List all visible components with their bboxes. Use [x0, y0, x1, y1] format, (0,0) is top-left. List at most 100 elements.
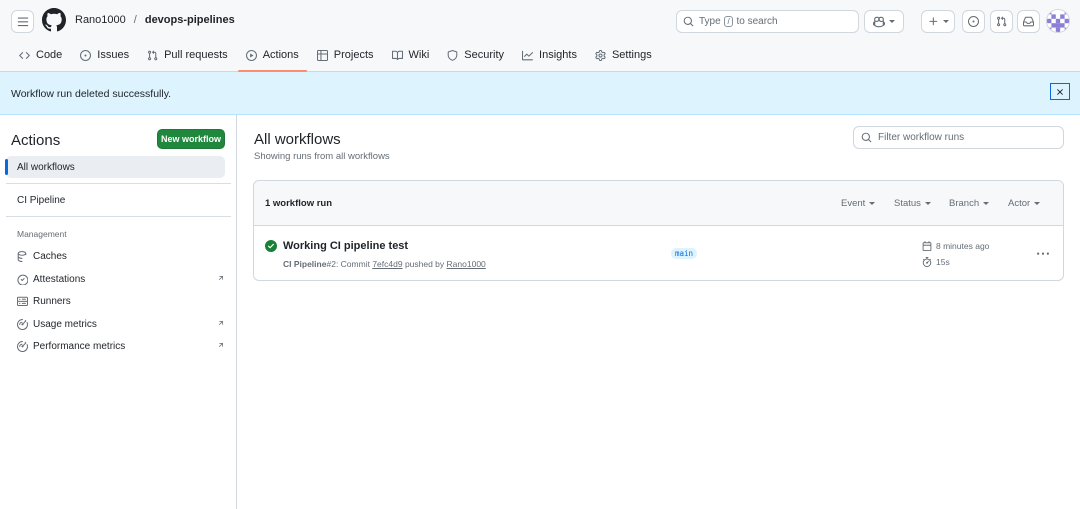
play-icon — [245, 49, 257, 61]
tab-label: Insights — [539, 49, 577, 61]
global-search-input[interactable]: Type / to search — [676, 10, 859, 33]
breadcrumb: Rano1000 / devops-pipelines — [75, 14, 235, 26]
search-hint-suffix: to search — [736, 16, 778, 27]
run-commit-text: : Commit — [335, 259, 370, 269]
owner-link[interactable]: Rano1000 — [75, 14, 126, 26]
verified-icon — [17, 274, 28, 285]
dismiss-flash-button[interactable] — [1050, 83, 1070, 100]
filter-label: Branch — [949, 198, 980, 209]
tab-label: Actions — [262, 49, 299, 61]
tab-actions[interactable]: Actions — [237, 44, 307, 72]
tab-projects[interactable]: Projects — [309, 44, 382, 66]
copilot-button[interactable] — [864, 10, 904, 33]
search-hint-prefix: Type — [699, 16, 721, 27]
repo-link[interactable]: devops-pipelines — [145, 14, 235, 26]
git-pull-request-icon — [997, 16, 1007, 27]
sidebar-item-performance-metrics[interactable]: Performance metrics — [17, 336, 225, 356]
kebab-horizontal-icon[interactable] — [1036, 248, 1050, 260]
page-subtitle: Showing runs from all workflows — [254, 151, 390, 162]
copilot-icon — [873, 16, 885, 27]
tab-settings[interactable]: Settings — [587, 44, 660, 66]
chevron-down-icon — [942, 20, 949, 23]
filter-placeholder: Filter workflow runs — [878, 132, 965, 143]
avatar[interactable] — [1046, 9, 1070, 33]
tab-label: Code — [36, 49, 63, 61]
github-logo-icon[interactable] — [42, 8, 66, 32]
external-link-icon — [218, 321, 224, 326]
tab-insights[interactable]: Insights — [514, 44, 585, 66]
branch-label[interactable]: main — [671, 248, 698, 259]
breadcrumb-separator: / — [133, 14, 137, 26]
workflow-run-row: Working CI pipeline test CI Pipeline#2: … — [254, 226, 1063, 280]
sidebar-item-usage-metrics[interactable]: Usage metrics — [17, 314, 225, 334]
tab-issues[interactable]: Issues — [72, 44, 137, 66]
run-duration-text: 15s — [936, 257, 950, 267]
repo-nav: Code Issues Pull requests Actions Projec… — [0, 44, 662, 72]
runs-count: 1 workflow run — [265, 198, 333, 209]
tab-pull-requests[interactable]: Pull requests — [139, 44, 236, 66]
create-new-button[interactable] — [921, 10, 955, 33]
calendar-icon — [922, 241, 932, 251]
tab-label: Issues — [97, 49, 130, 61]
workflow-runs-box: 1 workflow run Event Status Branch Actor… — [253, 180, 1064, 281]
inbox-button[interactable] — [1017, 10, 1040, 33]
chevron-down-icon — [1034, 202, 1041, 205]
page-title: All workflows — [254, 131, 341, 148]
run-timestamp: 8 minutes ago — [922, 241, 989, 251]
filter-label: Event — [841, 198, 866, 209]
run-workflow-name: CI Pipeline — [283, 259, 327, 269]
sidebar-item-ci-pipeline[interactable]: CI Pipeline — [6, 189, 225, 211]
sidebar-item-label: Caches — [33, 250, 67, 262]
tab-label: Wiki — [408, 49, 430, 61]
sidebar-item-label: Performance metrics — [33, 340, 126, 352]
run-duration: 15s — [922, 257, 950, 267]
menu-button[interactable] — [11, 10, 34, 33]
sidebar-item-attestations[interactable]: Attestations — [17, 269, 225, 289]
tab-wiki[interactable]: Wiki — [384, 44, 438, 66]
chevron-down-icon — [869, 202, 876, 205]
global-header: Rano1000 / devops-pipelines Type / to se… — [0, 0, 1080, 72]
cache-icon — [17, 250, 27, 262]
chevron-down-icon — [924, 202, 931, 205]
filter-runs-input[interactable]: Filter workflow runs — [853, 126, 1064, 149]
status-filter-button[interactable]: Status — [894, 198, 931, 209]
sidebar-divider — [6, 183, 231, 184]
issues-button[interactable] — [962, 10, 985, 33]
actions-sidebar: Actions New workflow All workflows CI Pi… — [0, 115, 237, 509]
commit-sha-link[interactable]: 7efc4d9 — [372, 259, 402, 269]
sidebar-item-label: Attestations — [33, 273, 86, 285]
run-pushed-by-text: pushed by — [404, 259, 445, 269]
book-icon — [391, 50, 403, 60]
sidebar-divider — [6, 216, 231, 217]
tab-label: Settings — [611, 49, 652, 61]
issue-opened-icon — [968, 16, 979, 27]
event-filter-button[interactable]: Event — [841, 198, 876, 209]
run-title-link[interactable]: Working CI pipeline test — [283, 240, 408, 252]
sidebar-item-runners[interactable]: Runners — [17, 291, 225, 311]
pull-requests-button[interactable] — [990, 10, 1013, 33]
sidebar-item-label: Runners — [33, 295, 71, 307]
tab-security[interactable]: Security — [439, 44, 512, 66]
check-circle-fill-icon — [265, 240, 277, 252]
inbox-icon — [1023, 16, 1034, 27]
actor-link[interactable]: Rano1000 — [447, 259, 486, 269]
management-heading: Management — [17, 229, 67, 239]
tab-code[interactable]: Code — [11, 44, 70, 66]
sidebar-item-all-workflows[interactable]: All workflows — [5, 156, 225, 178]
plus-icon — [928, 17, 937, 26]
branch-filter-button[interactable]: Branch — [949, 198, 990, 209]
external-link-icon — [218, 343, 224, 348]
sidebar-item-caches[interactable]: Caches — [17, 246, 225, 266]
new-workflow-button[interactable]: New workflow — [157, 129, 225, 149]
actor-filter-button[interactable]: Actor — [1008, 198, 1041, 209]
meter-icon — [17, 318, 28, 330]
search-icon — [683, 16, 694, 27]
search-icon — [861, 132, 872, 143]
tab-label: Security — [464, 49, 505, 61]
run-number: #2 — [326, 259, 336, 269]
shield-icon — [447, 49, 458, 61]
search-hint-key: / — [724, 16, 733, 27]
meter-icon — [17, 340, 28, 352]
run-time-text: 8 minutes ago — [936, 241, 990, 251]
chevron-down-icon — [983, 202, 990, 205]
